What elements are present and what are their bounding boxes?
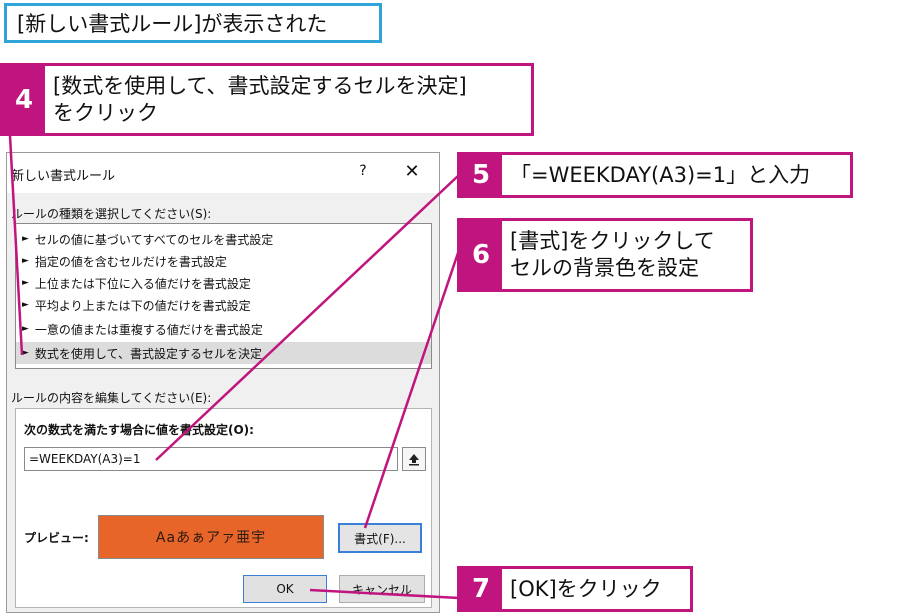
step-4-callout: 4 [数式を使用して、書式設定するセルを決定] をクリック (0, 63, 534, 136)
rule-type-label: ルールの種類を選択してください(S): (11, 207, 212, 221)
step-5-callout: 5 「=WEEKDAY(A3)=1」と入力 (457, 152, 853, 198)
step-number: 5 (460, 155, 502, 195)
step-text-line: [書式]をクリックして (510, 229, 715, 253)
arrow-right-icon: ► (22, 300, 29, 310)
step-text-line: セルの背景色を設定 (510, 256, 699, 280)
caption-banner: [新しい書式ルール]が表示された (4, 3, 382, 43)
step-number: 4 (3, 66, 45, 133)
help-icon[interactable]: ? (351, 163, 375, 185)
close-icon[interactable]: ✕ (399, 161, 425, 185)
step-text-line: 「=WEEKDAY(A3)=1」と入力 (510, 162, 811, 187)
edit-rule-label: ルールの内容を編集してください(E): (11, 391, 212, 405)
step-text-line: をクリック (53, 100, 158, 125)
dialog-titlebar: 新しい書式ルール ? ✕ (7, 153, 439, 193)
upload-arrow-icon (409, 454, 419, 466)
arrow-right-icon: ► (22, 348, 29, 358)
step-number: 7 (460, 569, 502, 609)
rule-type-item[interactable]: ► 指定の値を含むセルだけを書式設定 (16, 250, 431, 272)
new-format-rule-dialog: 新しい書式ルール ? ✕ ルールの種類を選択してください(S): ► セルの値に… (6, 152, 440, 613)
rule-type-item[interactable]: ► 平均より上または下の値だけを書式設定 (16, 294, 431, 316)
cancel-button[interactable]: キャンセル (339, 575, 425, 603)
ok-button[interactable]: OK (243, 575, 327, 603)
step-text-line: [OK]をクリック (510, 576, 662, 601)
caption-text: [新しい書式ルール]が表示された (7, 6, 379, 40)
preview-label: プレビュー: (24, 531, 89, 545)
arrow-right-icon: ► (22, 278, 29, 288)
preview-sample: Aaあぁアァ亜宇 (98, 515, 324, 559)
formula-label: 次の数式を満たす場合に値を書式設定(O): (24, 423, 254, 437)
rule-type-item[interactable]: ► 上位または下位に入る値だけを書式設定 (16, 272, 431, 294)
arrow-right-icon: ► (22, 324, 29, 334)
step-text-line: [数式を使用して、書式設定するセルを決定] (53, 73, 467, 98)
step-7-callout: 7 [OK]をクリック (457, 566, 693, 612)
step-number: 6 (460, 221, 502, 289)
formula-input[interactable]: =WEEKDAY(A3)=1 (24, 447, 398, 471)
format-button[interactable]: 書式(F)... (338, 523, 422, 553)
rule-type-list: ► セルの値に基づいてすべてのセルを書式設定 ► 指定の値を含むセルだけを書式設… (15, 223, 432, 369)
collapse-dialog-button[interactable] (402, 447, 426, 471)
rule-type-item[interactable]: ► セルの値に基づいてすべてのセルを書式設定 (16, 228, 431, 250)
arrow-right-icon: ► (22, 234, 29, 244)
dialog-title: 新しい書式ルール (11, 169, 116, 184)
step-6-callout: 6 [書式]をクリックして セルの背景色を設定 (457, 218, 753, 292)
rule-type-item[interactable]: ► 一意の値または重複する値だけを書式設定 (16, 318, 431, 340)
arrow-right-icon: ► (22, 256, 29, 266)
rule-type-item-selected[interactable]: ► 数式を使用して、書式設定するセルを決定 (16, 342, 431, 364)
